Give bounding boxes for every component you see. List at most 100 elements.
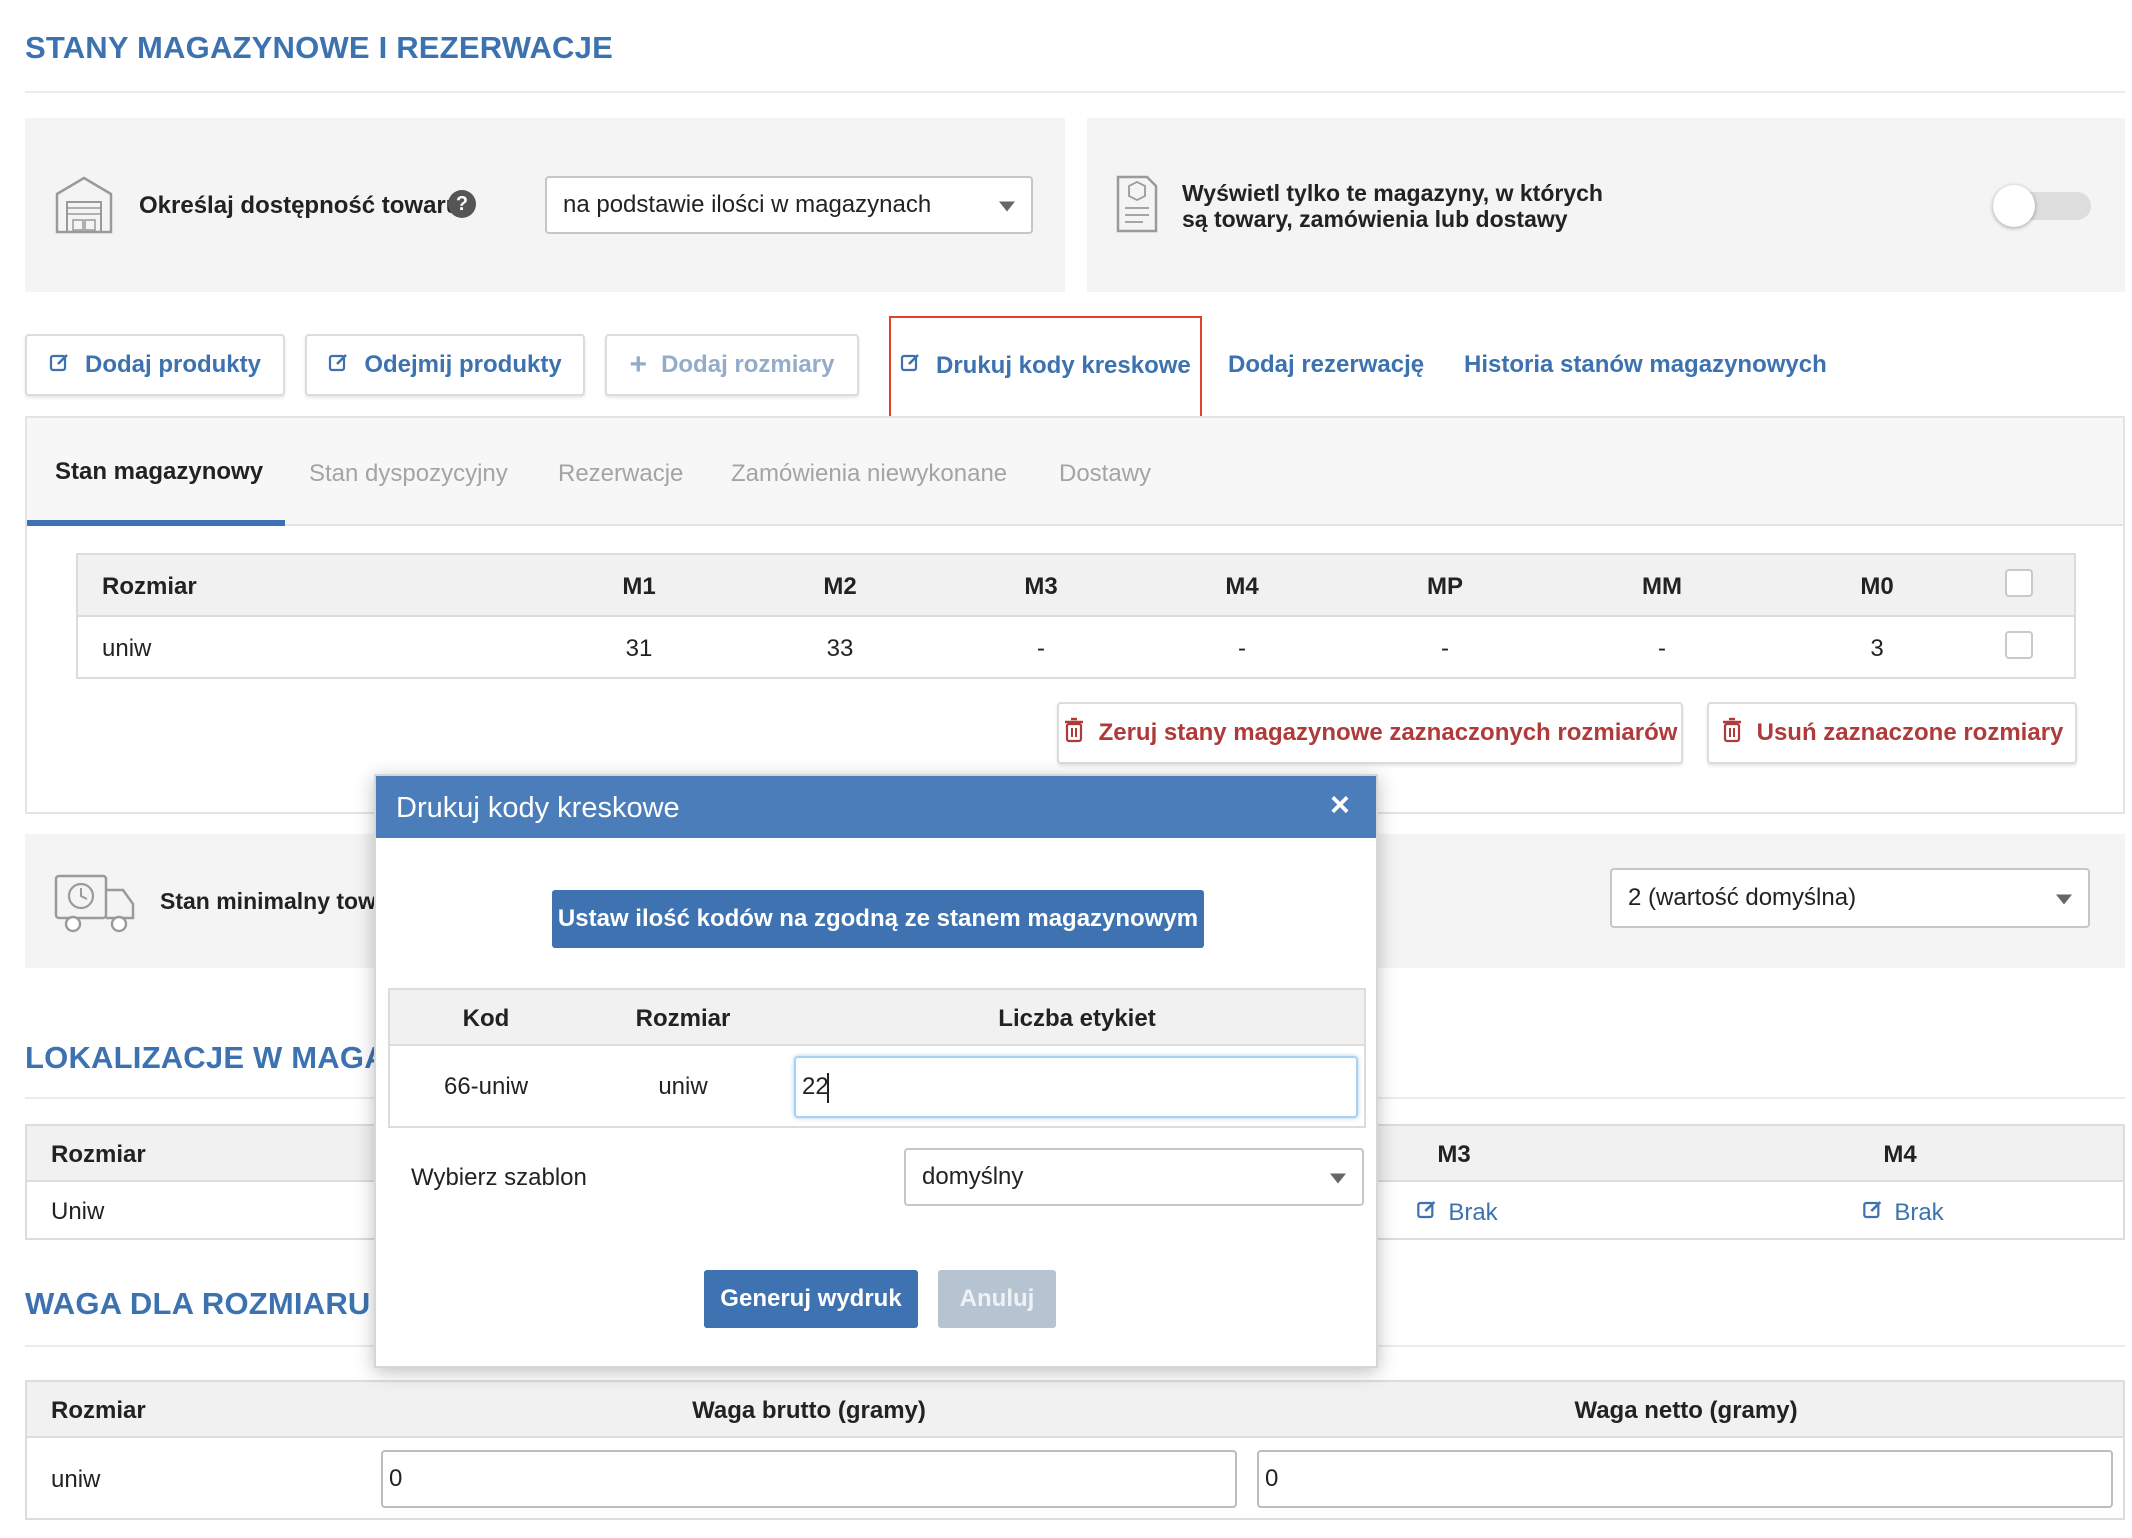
- weight-netto-input[interactable]: 0: [1257, 1450, 2113, 1508]
- edit-icon: [1862, 1198, 1884, 1227]
- weight-title: WAGA DLA ROZMIARU: [25, 1286, 371, 1321]
- header-m4: M4: [1225, 573, 1259, 600]
- minimum-stock-select[interactable]: 2 (wartość domyślna): [1610, 868, 2090, 928]
- filter-panel: Wyświetl tylko te magazyny, w których są…: [1087, 118, 2125, 292]
- generate-print-button[interactable]: Generuj wydruk: [704, 1270, 918, 1328]
- header-m3: M3: [1024, 573, 1058, 600]
- stock-history-link[interactable]: Historia stanów magazynowych: [1464, 351, 1827, 379]
- weight-table: Rozmiar Waga brutto (gramy) Waga netto (…: [25, 1380, 2125, 1520]
- dialog-row-code: 66-uniw: [443, 1073, 529, 1100]
- edit-icon: [1416, 1198, 1438, 1227]
- template-label: Wybierz szablon: [411, 1164, 587, 1191]
- row-size: uniw: [102, 635, 152, 662]
- subtract-products-button[interactable]: Odejmij produkty: [305, 334, 585, 396]
- weight-header-netto: Waga netto (gramy): [1574, 1397, 1798, 1424]
- delivery-truck-clock-icon: [53, 870, 137, 939]
- tab-zamowienia-niewykonane[interactable]: Zamówienia niewykonane: [731, 460, 1007, 488]
- tab-stan-magazynowy[interactable]: Stan magazynowy: [55, 458, 263, 486]
- question-circle-icon[interactable]: ?: [448, 190, 476, 218]
- toggle-knob: [1993, 185, 2035, 227]
- filter-toggle[interactable]: [1993, 185, 2091, 227]
- header-mm: MM: [1642, 573, 1682, 600]
- trash-icon: [1063, 717, 1085, 750]
- add-sizes-label: Dodaj rozmiary: [661, 351, 835, 378]
- weight-table-header: [27, 1382, 2123, 1438]
- weight-brutto-input[interactable]: 0: [381, 1450, 1237, 1508]
- locations-m3-link[interactable]: Brak: [1416, 1198, 1498, 1227]
- header-rozmiar: Rozmiar: [102, 573, 197, 600]
- weight-header-rozmiar: Rozmiar: [51, 1397, 146, 1424]
- header-m0: M0: [1860, 573, 1894, 600]
- locations-m4-link[interactable]: Brak: [1862, 1198, 1944, 1227]
- stock-tabs-panel: Stan magazynowy Stan dyspozycyjny Rezerw…: [25, 416, 2125, 814]
- locations-header-rozmiar: Rozmiar: [51, 1141, 146, 1168]
- row-m2: 33: [826, 635, 854, 662]
- trash-icon: [1721, 717, 1743, 750]
- row-m1: 31: [625, 635, 653, 662]
- subtract-products-label: Odejmij produkty: [364, 351, 562, 378]
- reset-stock-label: Zeruj stany magazynowe zaznaczonych rozm…: [1098, 719, 1678, 746]
- row-mm: -: [1658, 635, 1666, 662]
- delete-sizes-label: Usuń zaznaczone rozmiary: [1756, 719, 2064, 746]
- plus-icon: +: [629, 348, 648, 381]
- print-barcodes-label: Drukuj kody kreskowe: [936, 351, 1191, 379]
- availability-panel: Określaj dostępność towaru ? na podstawi…: [25, 118, 1065, 292]
- edit-icon: [49, 351, 71, 380]
- tab-stan-dyspozycyjny[interactable]: Stan dyspozycyjny: [309, 460, 508, 488]
- dialog-header-liczba-etykiet: Liczba etykiet: [998, 1005, 1156, 1032]
- select-all-checkbox[interactable]: [2005, 569, 2033, 597]
- stock-table-header: [78, 555, 2074, 617]
- add-sizes-button[interactable]: + Dodaj rozmiary: [605, 334, 859, 396]
- row-m0: 3: [1870, 635, 1884, 662]
- close-icon[interactable]: ×: [1330, 786, 1350, 825]
- weight-brutto-value: 0: [389, 1465, 403, 1492]
- locations-header-m3: M3: [1437, 1141, 1471, 1168]
- locations-m4-label: Brak: [1894, 1198, 1944, 1226]
- weight-header-brutto: Waga brutto (gramy): [692, 1397, 926, 1424]
- active-tab-indicator: [27, 520, 285, 526]
- document-box-icon: [1115, 174, 1159, 239]
- row-m3: -: [1037, 635, 1045, 662]
- dialog-title: Drukuj kody kreskowe: [396, 792, 680, 824]
- delete-sizes-button[interactable]: Usuń zaznaczone rozmiary: [1707, 702, 2077, 764]
- row-checkbox[interactable]: [2005, 631, 2033, 659]
- row-m4: -: [1238, 635, 1246, 662]
- locations-row-size: Uniw: [51, 1198, 105, 1225]
- add-products-button[interactable]: Dodaj produkty: [25, 334, 285, 396]
- template-select[interactable]: domyślny: [904, 1148, 1364, 1206]
- labels-count-value: 22: [802, 1073, 829, 1100]
- chevron-down-icon: [2056, 894, 2072, 905]
- reset-stock-button[interactable]: Zeruj stany magazynowe zaznaczonych rozm…: [1057, 702, 1683, 764]
- minimum-stock-select-value: 2 (wartość domyślna): [1628, 884, 1857, 911]
- set-quantity-from-stock-button[interactable]: Ustaw ilość kodów na zgodną ze stanem ma…: [552, 890, 1204, 948]
- header-mp: MP: [1427, 573, 1463, 600]
- edit-icon: [328, 351, 350, 380]
- labels-count-input[interactable]: 22: [794, 1056, 1358, 1118]
- filter-label-line1: Wyświetl tylko te magazyny, w których: [1182, 180, 1603, 206]
- weight-netto-value: 0: [1265, 1465, 1279, 1492]
- chevron-down-icon: [1330, 1173, 1346, 1184]
- header-m1: M1: [622, 573, 656, 600]
- row-mp: -: [1441, 635, 1449, 662]
- dialog-header: Drukuj kody kreskowe ×: [376, 776, 1376, 838]
- print-barcodes-dialog: Drukuj kody kreskowe × Ustaw ilość kodów…: [374, 774, 1378, 1368]
- locations-m3-label: Brak: [1448, 1198, 1498, 1226]
- availability-select[interactable]: na podstawie ilości w magazynach: [545, 176, 1033, 234]
- cancel-button[interactable]: Anuluj: [938, 1270, 1056, 1328]
- add-reservation-link[interactable]: Dodaj rezerwację: [1228, 351, 1424, 379]
- tab-rezerwacje[interactable]: Rezerwacje: [558, 460, 683, 488]
- dialog-header-kod: Kod: [462, 1005, 510, 1032]
- chevron-down-icon: [999, 201, 1015, 212]
- dialog-row-size: uniw: [658, 1073, 708, 1100]
- dialog-header-rozmiar: Rozmiar: [635, 1005, 731, 1032]
- print-barcodes-link[interactable]: Drukuj kody kreskowe: [900, 351, 1191, 380]
- header-m2: M2: [823, 573, 857, 600]
- template-select-value: domyślny: [922, 1163, 1024, 1190]
- add-products-label: Dodaj produkty: [84, 351, 261, 378]
- filter-label-line2: są towary, zamówienia lub dostawy: [1182, 206, 1568, 232]
- stock-table: Rozmiar M1 M2 M3 M4 MP MM M0 uniw 31 33 …: [76, 553, 2076, 679]
- tab-dostawy[interactable]: Dostawy: [1059, 460, 1151, 488]
- text-cursor: [827, 1073, 829, 1103]
- page-title: STANY MAGAZYNOWE I REZERWACJE: [25, 30, 613, 65]
- dialog-codes-table: Kod Rozmiar Liczba etykiet 66-uniw uniw …: [388, 988, 1366, 1128]
